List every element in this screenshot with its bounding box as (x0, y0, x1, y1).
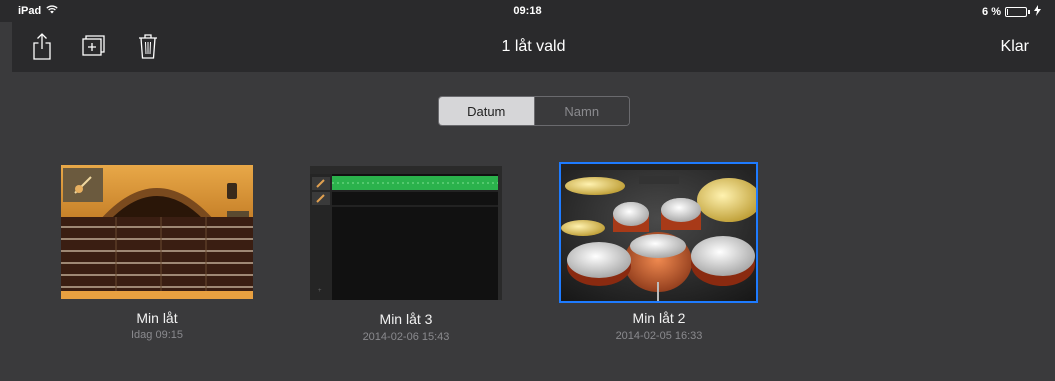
status-bar: iPad 09:18 6 % (0, 0, 1055, 22)
document-date: Idag 09:15 (131, 329, 183, 341)
sort-by-date-tab[interactable]: Datum (439, 97, 534, 125)
guitar-thumbnail (61, 165, 253, 299)
clock: 09:18 (513, 5, 542, 17)
document-tile-1[interactable]: Min låt Idag 09:15 (60, 164, 254, 344)
document-tile-2[interactable]: + Min låt 3 2014-02-06 15:43 (309, 164, 503, 344)
document-tile-3[interactable]: Min låt 2 2014-02-05 16:33 (559, 162, 759, 342)
sort-control: Datum Namn (438, 96, 630, 126)
battery-icon (1005, 7, 1027, 17)
navigation-bar: 1 låt vald Klar (12, 22, 1055, 72)
tracks-thumbnail: + (310, 166, 502, 300)
drums-thumbnail (559, 162, 758, 303)
document-title: Min låt (136, 310, 178, 326)
sort-by-name-tab[interactable]: Namn (533, 97, 629, 125)
document-title: Min låt 2 (632, 310, 686, 326)
document-title: Min låt 3 (379, 311, 433, 327)
battery-percent: 6 % (982, 6, 1001, 18)
document-date: 2014-02-06 15:43 (362, 331, 450, 343)
charging-icon (1034, 5, 1041, 19)
document-date: 2014-02-05 16:33 (615, 330, 703, 342)
done-button[interactable]: Klar (1001, 38, 1029, 56)
svg-text:+: + (318, 288, 322, 294)
nav-title: 1 låt vald (501, 38, 566, 55)
battery-indicator: 6 % (982, 5, 1041, 19)
